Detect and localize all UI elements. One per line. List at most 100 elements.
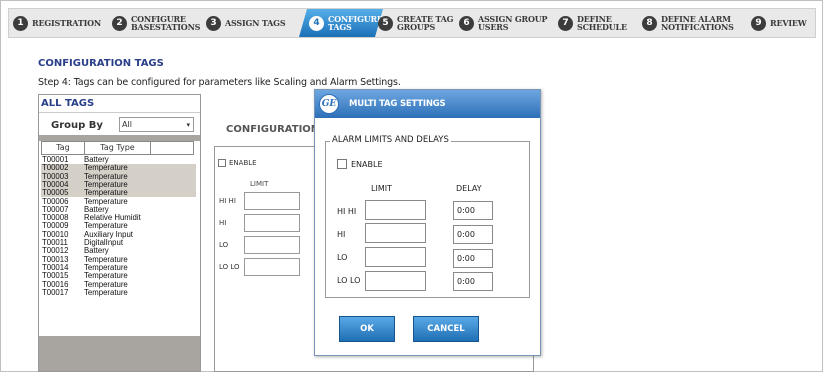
delay-column-header: DELAY xyxy=(456,184,482,193)
label-lolo: LO LO xyxy=(337,276,361,285)
step-number: 2 xyxy=(112,15,127,31)
fieldset-legend: ALARM LIMITS AND DELAYS xyxy=(330,135,451,145)
multi-tag-settings-dialog: GE MULTI TAG SETTINGS ALARM LIMITS AND D… xyxy=(314,89,541,356)
ok-button[interactable]: OK xyxy=(339,316,395,342)
tag-type-cell: Auxiliary Input xyxy=(84,230,133,239)
bg-limit-lolo-input[interactable] xyxy=(244,258,300,276)
tag-list-header: Tag Tag Type xyxy=(41,141,194,155)
bg-enable-label: ENABLE xyxy=(229,159,257,167)
configuration-title: CONFIGURATION xyxy=(226,124,320,135)
step-number: 6 xyxy=(459,15,474,31)
tag-type-cell: Temperature xyxy=(84,263,128,272)
enable-checkbox-row[interactable]: ENABLE xyxy=(337,159,383,169)
all-tags-header: ALL TAGS xyxy=(39,95,200,113)
label-hihi: HI HI xyxy=(337,207,357,216)
all-tags-title: ALL TAGS xyxy=(41,98,95,109)
tag-id-cell: T00017 xyxy=(42,287,69,297)
tag-row[interactable]: T00017 Temperature xyxy=(41,287,196,297)
tag-type-cell: Temperature xyxy=(84,180,128,189)
step-define-alarm-notifications[interactable]: 8 DEFINE ALARM NOTIFICATIONS xyxy=(642,9,734,37)
tag-type-cell: Battery xyxy=(84,205,109,214)
step-label: ASSIGN GROUP USERS xyxy=(478,14,548,32)
step-assign-tags[interactable]: 3 ASSIGN TAGS xyxy=(206,9,286,37)
instruction-text: Step 4: Tags can be configured for param… xyxy=(38,77,401,88)
label-hi: HI xyxy=(337,230,346,239)
tag-type-cell: Temperature xyxy=(84,272,128,281)
bg-limit-lo-input[interactable] xyxy=(244,236,300,254)
delay-hi-input[interactable]: 0:00 xyxy=(453,225,493,244)
enable-checkbox[interactable] xyxy=(337,159,347,169)
tag-type-cell: Temperature xyxy=(84,288,128,297)
limit-hi-input[interactable] xyxy=(365,223,426,243)
step-label: CONFIGURE TAGS xyxy=(328,14,383,32)
bg-label-lolo: LO LO xyxy=(219,263,240,271)
step-number: 9 xyxy=(751,15,766,31)
tag-type-cell: Battery xyxy=(84,247,109,256)
dialog-title: MULTI TAG SETTINGS xyxy=(349,99,446,109)
limit-lo-input[interactable] xyxy=(365,247,426,267)
tag-type-cell: Temperature xyxy=(84,255,128,264)
tag-type-cell: Battery xyxy=(84,156,109,164)
all-tags-panel: ALL TAGS Group By All ▾ Tag Tag Type T00… xyxy=(38,94,201,372)
column-header-tag[interactable]: Tag xyxy=(42,142,85,154)
logo-text: GE xyxy=(321,99,337,109)
bg-label-hihi: HI HI xyxy=(219,197,236,205)
step-review[interactable]: 9 REVIEW xyxy=(751,9,807,37)
label-lo: LO xyxy=(337,253,348,262)
step-define-schedule[interactable]: 7 DEFINE SCHEDULE xyxy=(558,9,627,37)
step-create-tag-groups[interactable]: 5 CREATE TAG GROUPS xyxy=(378,9,453,37)
step-label: CREATE TAG GROUPS xyxy=(397,14,454,32)
step-label: REVIEW xyxy=(770,18,807,28)
tag-type-cell: Temperature xyxy=(84,189,128,198)
column-header-tag-type[interactable]: Tag Type xyxy=(85,142,151,154)
step-configure-tags[interactable]: 4 CONFIGURE TAGS xyxy=(309,9,383,37)
limit-hihi-input[interactable] xyxy=(365,200,426,220)
group-by-label: Group By xyxy=(51,120,103,131)
step-configure-basestations[interactable]: 2 CONFIGURE BASESTATIONS xyxy=(112,9,200,37)
step-label: DEFINE SCHEDULE xyxy=(577,14,627,32)
dropdown-arrow-icon: ▾ xyxy=(186,121,190,129)
bg-label-hi: HI xyxy=(219,219,227,227)
limit-column-header: LIMIT xyxy=(371,184,392,193)
group-by-select[interactable]: All ▾ xyxy=(119,117,194,132)
group-by-value: All xyxy=(122,120,132,129)
enable-label: ENABLE xyxy=(351,159,383,169)
column-header-blank xyxy=(151,142,193,154)
tag-type-cell: Temperature xyxy=(84,164,128,173)
delay-lo-input[interactable]: 0:00 xyxy=(453,249,493,268)
group-by-row: Group By All ▾ xyxy=(39,113,200,135)
tag-type-cell: Temperature xyxy=(84,280,128,289)
bg-label-lo: LO xyxy=(219,241,229,249)
bg-limit-header: LIMIT xyxy=(250,180,269,188)
step-assign-group-users[interactable]: 6 ASSIGN GROUP USERS xyxy=(459,9,548,37)
bg-limit-hi-input[interactable] xyxy=(244,214,300,232)
limit-lolo-input[interactable] xyxy=(365,271,426,291)
step-label: CONFIGURE BASESTATIONS xyxy=(131,14,201,32)
tag-list: Tag Tag Type T00001 Battery T00002 Temperat… xyxy=(39,141,200,336)
step-number: 4 xyxy=(309,15,324,31)
step-label: DEFINE ALARM NOTIFICATIONS xyxy=(661,14,734,32)
step-number: 8 xyxy=(642,15,657,31)
app-window: 1 REGISTRATION 2 CONFIGURE BASESTATIONS … xyxy=(0,0,823,372)
delay-hihi-input[interactable]: 0:00 xyxy=(453,201,493,220)
page-title: CONFIGURATION TAGS xyxy=(38,58,164,69)
dialog-titlebar[interactable]: GE MULTI TAG SETTINGS xyxy=(315,90,540,118)
delay-lolo-input[interactable]: 0:00 xyxy=(453,272,493,291)
tag-type-cell: Temperature xyxy=(84,172,128,181)
tag-type-cell: DigitalInput xyxy=(84,239,124,247)
step-number: 3 xyxy=(206,15,221,31)
step-number: 5 xyxy=(378,15,393,31)
bg-enable-checkbox-row[interactable]: ENABLE xyxy=(218,159,257,167)
step-label: REGISTRATION xyxy=(32,18,102,28)
wizard-steps: 1 REGISTRATION 2 CONFIGURE BASESTATIONS … xyxy=(8,8,816,38)
tag-type-cell: Relative Humidit xyxy=(84,214,141,223)
step-registration[interactable]: 1 REGISTRATION xyxy=(13,9,101,37)
step-label: ASSIGN TAGS xyxy=(225,18,286,28)
step-number: 1 xyxy=(13,15,28,31)
bg-enable-checkbox[interactable] xyxy=(218,159,226,167)
cancel-button[interactable]: CANCEL xyxy=(413,316,479,342)
tag-type-cell: Temperature xyxy=(84,197,128,206)
tag-type-cell: Temperature xyxy=(84,222,128,231)
bg-limit-hihi-input[interactable] xyxy=(244,192,300,210)
step-number: 7 xyxy=(558,15,573,31)
